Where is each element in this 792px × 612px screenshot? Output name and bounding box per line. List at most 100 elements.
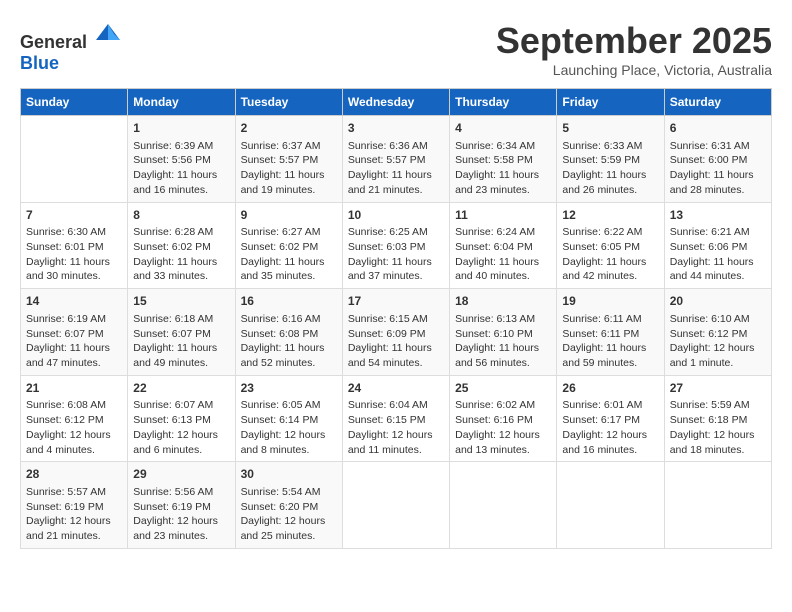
- day-info-line: and 23 minutes.: [133, 529, 229, 544]
- calendar-cell: [450, 462, 557, 549]
- day-info-line: and 6 minutes.: [133, 443, 229, 458]
- day-info-line: Daylight: 11 hours: [670, 168, 766, 183]
- calendar-body: 1Sunrise: 6:39 AMSunset: 5:56 PMDaylight…: [21, 116, 772, 549]
- day-info-line: Sunset: 6:06 PM: [670, 240, 766, 255]
- day-info-line: and 18 minutes.: [670, 443, 766, 458]
- day-info-line: Daylight: 11 hours: [562, 341, 658, 356]
- day-info-line: Sunrise: 6:10 AM: [670, 312, 766, 327]
- day-info-line: Sunrise: 6:15 AM: [348, 312, 444, 327]
- day-info-line: Sunrise: 6:18 AM: [133, 312, 229, 327]
- day-info-line: Sunrise: 6:27 AM: [241, 225, 337, 240]
- day-info-line: Sunrise: 6:11 AM: [562, 312, 658, 327]
- day-info-line: Sunrise: 6:36 AM: [348, 139, 444, 154]
- day-info-line: and 56 minutes.: [455, 356, 551, 371]
- day-info-line: and 25 minutes.: [241, 529, 337, 544]
- day-info-line: Sunrise: 6:04 AM: [348, 398, 444, 413]
- day-info-line: Sunset: 6:07 PM: [26, 327, 122, 342]
- day-info-line: and 1 minute.: [670, 356, 766, 371]
- day-number: 24: [348, 380, 444, 397]
- day-number: 16: [241, 293, 337, 310]
- day-info-line: Daylight: 11 hours: [455, 168, 551, 183]
- day-info-line: Sunrise: 6:30 AM: [26, 225, 122, 240]
- calendar-cell: 25Sunrise: 6:02 AMSunset: 6:16 PMDayligh…: [450, 375, 557, 462]
- day-info-line: Daylight: 11 hours: [455, 341, 551, 356]
- day-info-line: and 16 minutes.: [133, 183, 229, 198]
- day-info-line: and 23 minutes.: [455, 183, 551, 198]
- day-info-line: Sunset: 5:57 PM: [348, 153, 444, 168]
- day-info-line: Sunset: 5:58 PM: [455, 153, 551, 168]
- day-number: 7: [26, 207, 122, 224]
- calendar-cell: 13Sunrise: 6:21 AMSunset: 6:06 PMDayligh…: [664, 202, 771, 289]
- day-info-line: and 47 minutes.: [26, 356, 122, 371]
- day-info-line: Daylight: 12 hours: [26, 514, 122, 529]
- day-info-line: Sunset: 6:20 PM: [241, 500, 337, 515]
- day-info-line: Daylight: 12 hours: [241, 514, 337, 529]
- day-info-line: Sunset: 6:19 PM: [133, 500, 229, 515]
- day-info-line: and 30 minutes.: [26, 269, 122, 284]
- day-number: 2: [241, 120, 337, 137]
- calendar-cell: 2Sunrise: 6:37 AMSunset: 5:57 PMDaylight…: [235, 116, 342, 203]
- day-info-line: Daylight: 12 hours: [670, 341, 766, 356]
- day-info-line: Sunrise: 6:08 AM: [26, 398, 122, 413]
- day-info-line: Daylight: 11 hours: [348, 341, 444, 356]
- day-info-line: Daylight: 12 hours: [455, 428, 551, 443]
- day-number: 9: [241, 207, 337, 224]
- page-header: General Blue September 2025 Launching Pl…: [20, 20, 772, 78]
- day-info-line: Sunrise: 6:22 AM: [562, 225, 658, 240]
- calendar-cell: 19Sunrise: 6:11 AMSunset: 6:11 PMDayligh…: [557, 289, 664, 376]
- day-number: 26: [562, 380, 658, 397]
- day-info-line: Daylight: 12 hours: [133, 428, 229, 443]
- day-info-line: Daylight: 11 hours: [562, 255, 658, 270]
- calendar-table: SundayMondayTuesdayWednesdayThursdayFrid…: [20, 88, 772, 549]
- week-row-1: 1Sunrise: 6:39 AMSunset: 5:56 PMDaylight…: [21, 116, 772, 203]
- day-info-line: Sunrise: 6:37 AM: [241, 139, 337, 154]
- day-info-line: and 28 minutes.: [670, 183, 766, 198]
- calendar-cell: 15Sunrise: 6:18 AMSunset: 6:07 PMDayligh…: [128, 289, 235, 376]
- day-info-line: and 11 minutes.: [348, 443, 444, 458]
- day-number: 22: [133, 380, 229, 397]
- calendar-cell: 8Sunrise: 6:28 AMSunset: 6:02 PMDaylight…: [128, 202, 235, 289]
- day-info-line: Sunset: 6:04 PM: [455, 240, 551, 255]
- day-info-line: Sunset: 6:19 PM: [26, 500, 122, 515]
- day-info-line: Sunrise: 6:25 AM: [348, 225, 444, 240]
- day-info-line: Sunset: 6:18 PM: [670, 413, 766, 428]
- day-info-line: and 8 minutes.: [241, 443, 337, 458]
- day-info-line: Sunset: 5:56 PM: [133, 153, 229, 168]
- day-info-line: Sunrise: 6:24 AM: [455, 225, 551, 240]
- day-info-line: and 37 minutes.: [348, 269, 444, 284]
- day-info-line: Sunrise: 6:21 AM: [670, 225, 766, 240]
- day-info-line: and 49 minutes.: [133, 356, 229, 371]
- calendar-cell: 20Sunrise: 6:10 AMSunset: 6:12 PMDayligh…: [664, 289, 771, 376]
- day-info-line: Sunset: 6:10 PM: [455, 327, 551, 342]
- day-info-line: Sunrise: 6:01 AM: [562, 398, 658, 413]
- day-number: 29: [133, 466, 229, 483]
- day-info-line: Daylight: 11 hours: [241, 341, 337, 356]
- week-row-4: 21Sunrise: 6:08 AMSunset: 6:12 PMDayligh…: [21, 375, 772, 462]
- calendar-cell: 22Sunrise: 6:07 AMSunset: 6:13 PMDayligh…: [128, 375, 235, 462]
- day-number: 30: [241, 466, 337, 483]
- day-info-line: and 19 minutes.: [241, 183, 337, 198]
- day-info-line: and 35 minutes.: [241, 269, 337, 284]
- day-number: 1: [133, 120, 229, 137]
- day-info-line: and 21 minutes.: [348, 183, 444, 198]
- day-header-friday: Friday: [557, 89, 664, 116]
- title-section: September 2025 Launching Place, Victoria…: [496, 20, 772, 78]
- day-info-line: Daylight: 12 hours: [562, 428, 658, 443]
- month-year-title: September 2025: [496, 20, 772, 62]
- day-info-line: Sunset: 5:59 PM: [562, 153, 658, 168]
- day-number: 17: [348, 293, 444, 310]
- calendar-cell: 3Sunrise: 6:36 AMSunset: 5:57 PMDaylight…: [342, 116, 449, 203]
- day-info-line: Daylight: 11 hours: [133, 168, 229, 183]
- day-info-line: and 26 minutes.: [562, 183, 658, 198]
- logo-blue: Blue: [20, 53, 59, 73]
- calendar-cell: 7Sunrise: 6:30 AMSunset: 6:01 PMDaylight…: [21, 202, 128, 289]
- day-info-line: Sunrise: 6:19 AM: [26, 312, 122, 327]
- calendar-cell: 30Sunrise: 5:54 AMSunset: 6:20 PMDayligh…: [235, 462, 342, 549]
- logo-general: General: [20, 32, 87, 52]
- day-number: 18: [455, 293, 551, 310]
- day-info-line: Sunrise: 6:02 AM: [455, 398, 551, 413]
- day-info-line: Sunrise: 6:31 AM: [670, 139, 766, 154]
- day-number: 15: [133, 293, 229, 310]
- day-info-line: Sunset: 6:05 PM: [562, 240, 658, 255]
- day-info-line: and 40 minutes.: [455, 269, 551, 284]
